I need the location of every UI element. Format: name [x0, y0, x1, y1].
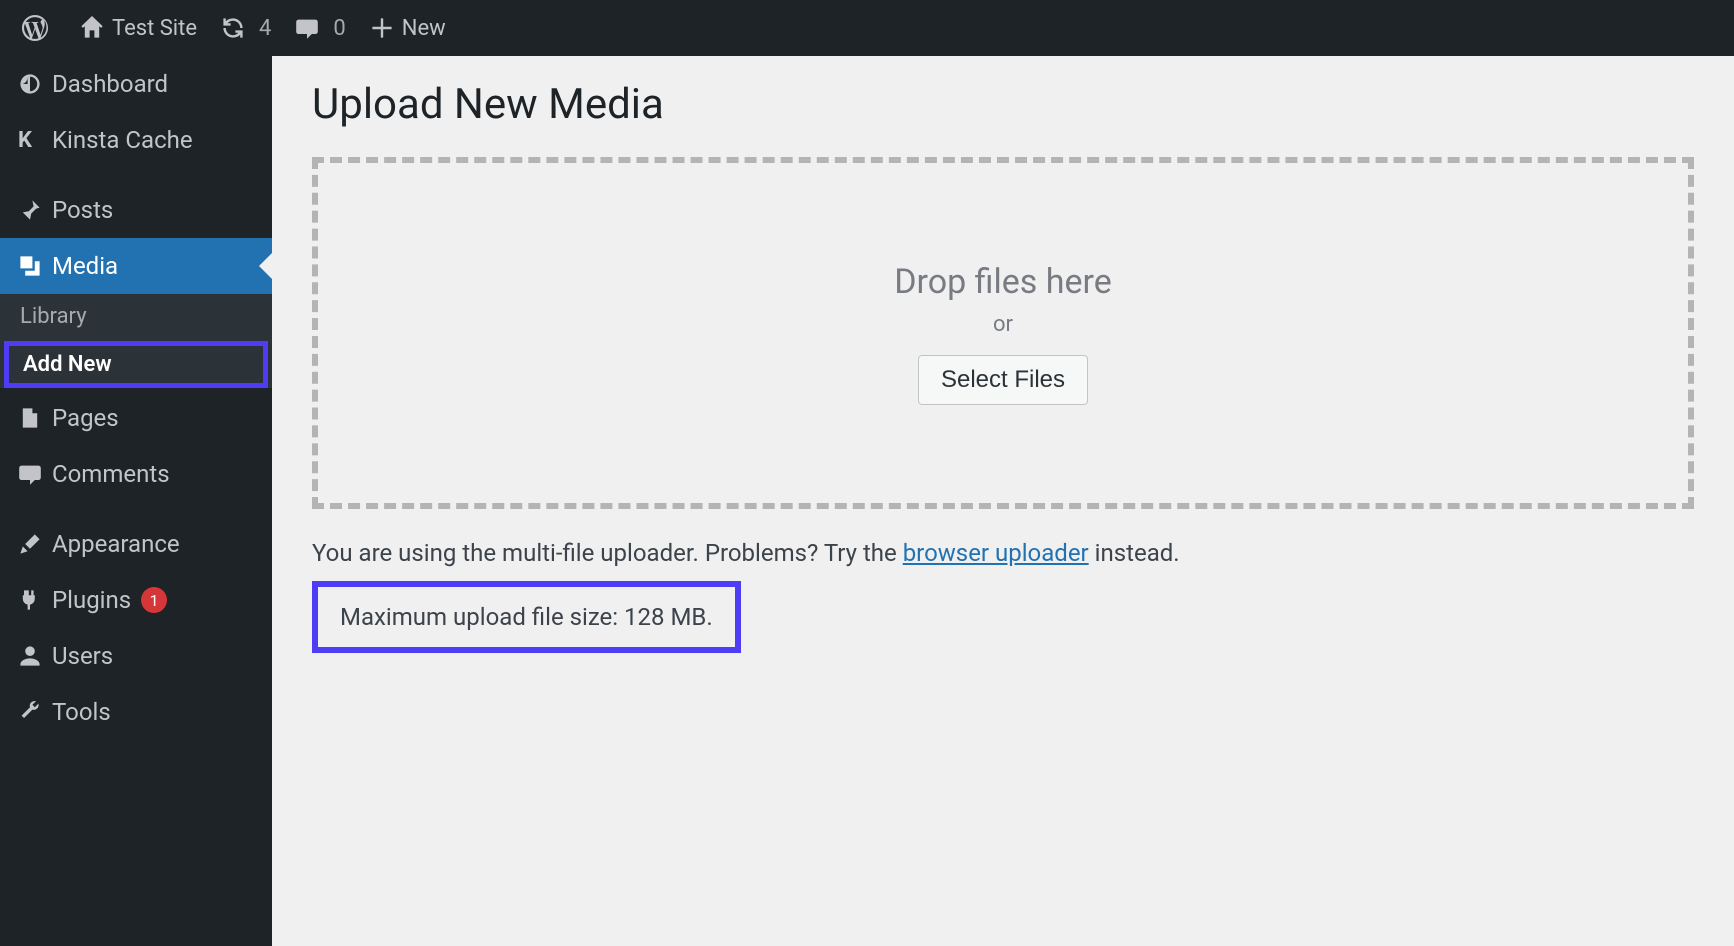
drop-files-text: Drop files here	[894, 262, 1112, 302]
sidebar-item-label: Kinsta Cache	[52, 126, 193, 154]
update-count: 4	[259, 16, 271, 41]
wp-logo[interactable]	[10, 0, 68, 56]
kinsta-icon: K	[18, 128, 52, 153]
sidebar-submenu-media: Library Add New	[0, 294, 272, 388]
sidebar-item-plugins[interactable]: Plugins 1	[0, 572, 272, 628]
upload-dropzone[interactable]: Drop files here or Select Files	[312, 157, 1694, 509]
uploader-note-post: instead.	[1089, 539, 1180, 567]
home-icon	[80, 16, 104, 40]
dashboard-icon	[18, 72, 52, 96]
sidebar-item-label: Plugins	[52, 586, 131, 614]
sidebar-item-pages[interactable]: Pages	[0, 390, 272, 446]
comment-icon	[295, 16, 319, 40]
plus-icon	[370, 16, 394, 40]
submenu-library[interactable]: Library	[0, 294, 272, 339]
page-icon	[18, 406, 52, 430]
user-icon	[18, 644, 52, 668]
sidebar-item-label: Tools	[52, 698, 111, 726]
admin-sidebar: Dashboard K Kinsta Cache Posts Media Lib…	[0, 56, 272, 946]
pin-icon	[18, 198, 52, 222]
plug-icon	[18, 588, 52, 612]
plugin-update-badge: 1	[141, 587, 167, 613]
site-home[interactable]: Test Site	[68, 0, 209, 56]
uploader-note-pre: You are using the multi-file uploader. P…	[312, 539, 903, 567]
sidebar-item-media[interactable]: Media	[0, 238, 272, 294]
sidebar-item-posts[interactable]: Posts	[0, 182, 272, 238]
max-upload-size: Maximum upload file size: 128 MB.	[312, 581, 741, 653]
sidebar-item-label: Dashboard	[52, 70, 168, 98]
sidebar-item-users[interactable]: Users	[0, 628, 272, 684]
sidebar-item-label: Users	[52, 642, 113, 670]
comment-count: 0	[333, 16, 345, 41]
sidebar-item-label: Pages	[52, 404, 119, 432]
new-label: New	[402, 16, 446, 41]
select-files-button[interactable]: Select Files	[918, 355, 1088, 405]
sidebar-item-label: Media	[52, 252, 118, 280]
sidebar-item-kinsta[interactable]: K Kinsta Cache	[0, 112, 272, 168]
wrench-icon	[18, 700, 52, 724]
or-text: or	[993, 312, 1013, 337]
main-content: Upload New Media Drop files here or Sele…	[272, 56, 1734, 946]
uploader-info: You are using the multi-file uploader. P…	[312, 539, 1694, 567]
browser-uploader-link[interactable]: browser uploader	[903, 539, 1089, 567]
updates[interactable]: 4	[209, 0, 283, 56]
sidebar-item-label: Comments	[52, 460, 170, 488]
comments-icon	[18, 462, 52, 486]
sidebar-item-appearance[interactable]: Appearance	[0, 516, 272, 572]
wordpress-icon	[22, 15, 48, 41]
sidebar-item-label: Appearance	[52, 530, 180, 558]
media-icon	[18, 254, 52, 278]
sidebar-item-dashboard[interactable]: Dashboard	[0, 56, 272, 112]
admin-toolbar: Test Site 4 0 New	[0, 0, 1734, 56]
sidebar-item-label: Posts	[52, 196, 113, 224]
sidebar-item-tools[interactable]: Tools	[0, 684, 272, 740]
new-content[interactable]: New	[358, 0, 458, 56]
submenu-add-new[interactable]: Add New	[4, 341, 268, 388]
sidebar-item-comments[interactable]: Comments	[0, 446, 272, 502]
comments[interactable]: 0	[283, 0, 357, 56]
site-name-label: Test Site	[112, 16, 197, 41]
brush-icon	[18, 532, 52, 556]
page-title: Upload New Media	[312, 80, 1694, 129]
refresh-icon	[221, 16, 245, 40]
